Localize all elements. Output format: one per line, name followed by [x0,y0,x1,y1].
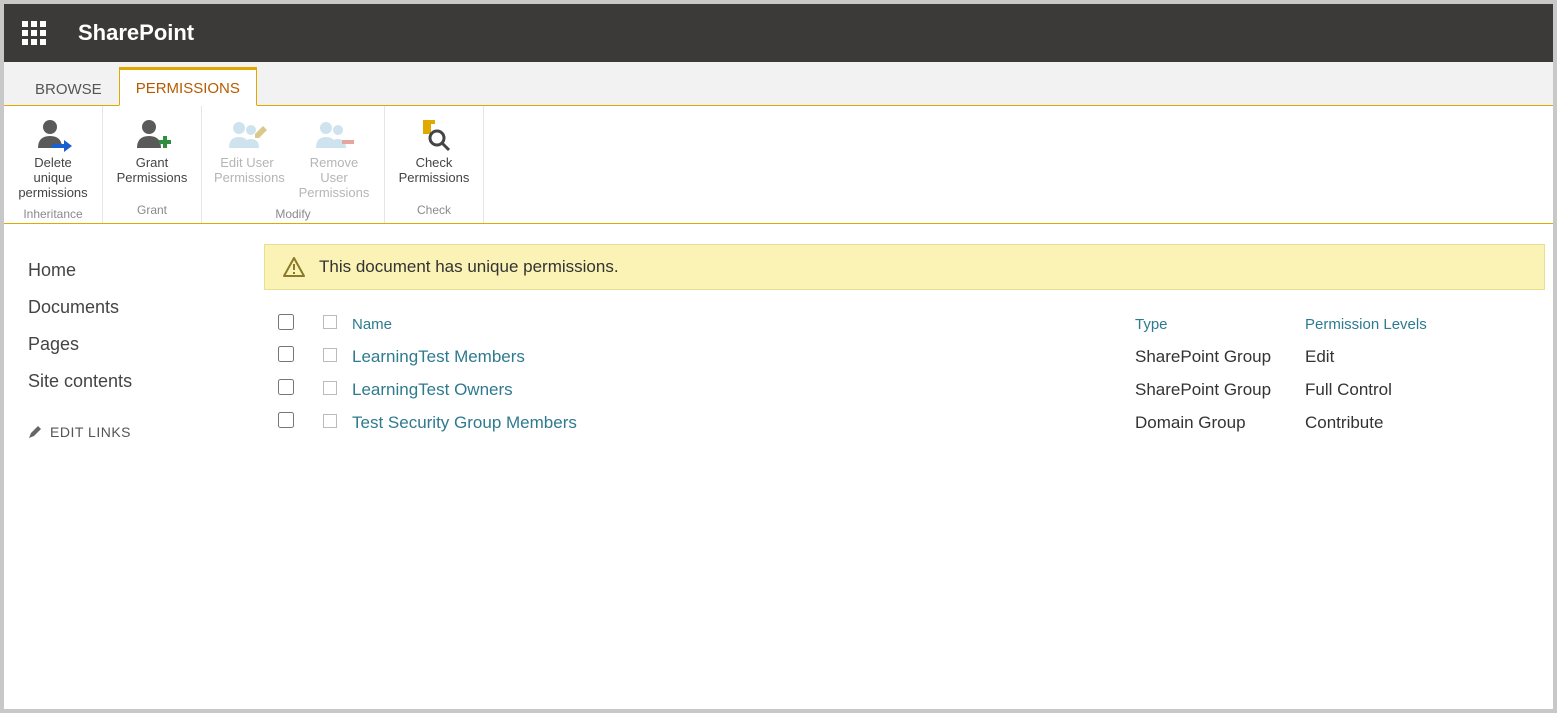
unique-permissions-notice: This document has unique permissions. [264,244,1545,290]
ribbon-btn-label-line1: Edit User [214,156,280,171]
main-content: This document has unique permissions. Na… [264,244,1553,440]
ribbon-btn-label-line1: Delete unique [16,156,90,186]
ribbon-group-label: Check [389,199,479,223]
tab-browse[interactable]: BROWSE [18,70,119,106]
row-checkbox[interactable] [278,346,294,362]
user-arrow-icon [16,116,90,154]
edit-links-label: EDIT LINKS [50,424,131,440]
row-level: Full Control [1305,380,1545,400]
column-header-name[interactable]: Name [352,316,1135,333]
users-minus-icon [296,116,372,154]
table-row: LearningTest Members SharePoint Group Ed… [264,340,1545,373]
remove-user-permissions-button[interactable]: Remove User Permissions [288,110,380,203]
ribbon-btn-label-line2: Permissions [115,171,189,186]
row-name-link[interactable]: Test Security Group Members [352,413,1135,433]
tab-permissions[interactable]: PERMISSIONS [119,67,257,106]
ribbon-group-label: Grant [107,199,197,223]
row-level: Contribute [1305,413,1545,433]
ribbon-btn-label-line1: Remove User [296,156,372,186]
row-type: SharePoint Group [1135,347,1305,367]
ribbon: Delete unique permissions Inheritance Gr… [4,106,1553,224]
ribbon-group-modify: Edit User Permissions Remove User Permis… [202,106,385,223]
ribbon-btn-label-line2: Permissions [296,186,372,201]
row-type: SharePoint Group [1135,380,1305,400]
ribbon-btn-label-line2: Permissions [214,171,280,186]
ribbon-tabs: BROWSE PERMISSIONS [4,62,1553,106]
suite-bar: SharePoint [4,4,1553,62]
nav-item-home[interactable]: Home [28,252,244,289]
warning-icon [283,257,305,277]
key-magnifier-icon [397,116,471,154]
nav-item-documents[interactable]: Documents [28,289,244,326]
permissions-table: Name Type Permission Levels LearningTest… [264,308,1545,439]
nav-item-site-contents[interactable]: Site contents [28,363,244,400]
table-row: LearningTest Owners SharePoint Group Ful… [264,373,1545,406]
row-checkbox[interactable] [278,412,294,428]
ribbon-group-grant: Grant Permissions Grant [103,106,202,223]
ribbon-group-label: Inheritance [8,203,98,227]
check-permissions-button[interactable]: Check Permissions [389,110,479,188]
select-all-checkbox[interactable] [278,314,294,330]
ribbon-btn-label-line1: Check [397,156,471,171]
grant-permissions-button[interactable]: Grant Permissions [107,110,197,188]
pencil-icon [28,425,42,439]
column-header-type[interactable]: Type [1135,316,1305,333]
notice-text: This document has unique permissions. [319,257,619,277]
row-type: Domain Group [1135,413,1305,433]
table-row: Test Security Group Members Domain Group… [264,406,1545,439]
column-header-level[interactable]: Permission Levels [1305,316,1545,333]
ribbon-btn-label-line2: permissions [16,186,90,201]
app-launcher-icon[interactable] [18,17,50,49]
ribbon-group-inheritance: Delete unique permissions Inheritance [4,106,103,223]
left-navigation: Home Documents Pages Site contents EDIT … [4,244,264,440]
row-level: Edit [1305,347,1545,367]
body-area: Home Documents Pages Site contents EDIT … [4,224,1553,440]
row-name-link[interactable]: LearningTest Members [352,347,1135,367]
suite-title: SharePoint [78,20,194,46]
row-attachment-icon [308,413,352,433]
ribbon-btn-label-line1: Grant [115,156,189,171]
ribbon-group-check: Check Permissions Check [385,106,484,223]
users-pencil-icon [214,116,280,154]
row-checkbox[interactable] [278,379,294,395]
row-attachment-icon [308,380,352,400]
delete-unique-permissions-button[interactable]: Delete unique permissions [8,110,98,203]
attachment-column-icon[interactable] [308,315,352,333]
edit-user-permissions-button[interactable]: Edit User Permissions [206,110,288,188]
row-attachment-icon [308,347,352,367]
edit-links-button[interactable]: EDIT LINKS [28,424,244,440]
row-name-link[interactable]: LearningTest Owners [352,380,1135,400]
ribbon-group-label: Modify [206,203,380,227]
ribbon-btn-label-line2: Permissions [397,171,471,186]
user-plus-icon [115,116,189,154]
table-header: Name Type Permission Levels [264,308,1545,340]
nav-item-pages[interactable]: Pages [28,326,244,363]
